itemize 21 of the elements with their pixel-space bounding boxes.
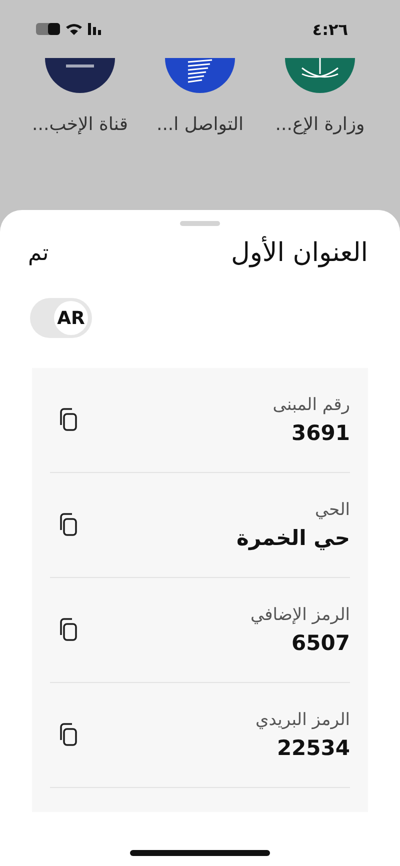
status-time: ٤:٢٦: [312, 20, 348, 38]
field-label: الحي: [314, 500, 350, 520]
copy-icon[interactable]: [58, 407, 80, 433]
copy-icon[interactable]: [58, 722, 80, 748]
app-label: قناة الإخب...: [32, 114, 128, 135]
copy-icon[interactable]: [58, 617, 80, 643]
copy-icon[interactable]: [58, 512, 80, 538]
sheet-handle[interactable]: [180, 221, 220, 226]
sheet-title: العنوان الأول: [230, 238, 368, 268]
field-value: حي الخمرة: [236, 526, 350, 550]
field-label: رقم المبنى: [272, 395, 350, 415]
field-value: 3691: [290, 421, 350, 445]
field-label: الرمز البريدي: [255, 710, 350, 730]
field-value: 22534: [276, 736, 350, 760]
app-label: وزارة الإع...: [275, 114, 365, 135]
app-label: التواصل ا...: [156, 114, 244, 135]
done-button[interactable]: تم: [28, 240, 49, 266]
field-label: الرمز الإضافي: [250, 605, 350, 625]
status-icons-icon: [36, 21, 104, 37]
field-value: 6507: [290, 631, 350, 655]
language-selector[interactable]: AR: [30, 298, 92, 338]
